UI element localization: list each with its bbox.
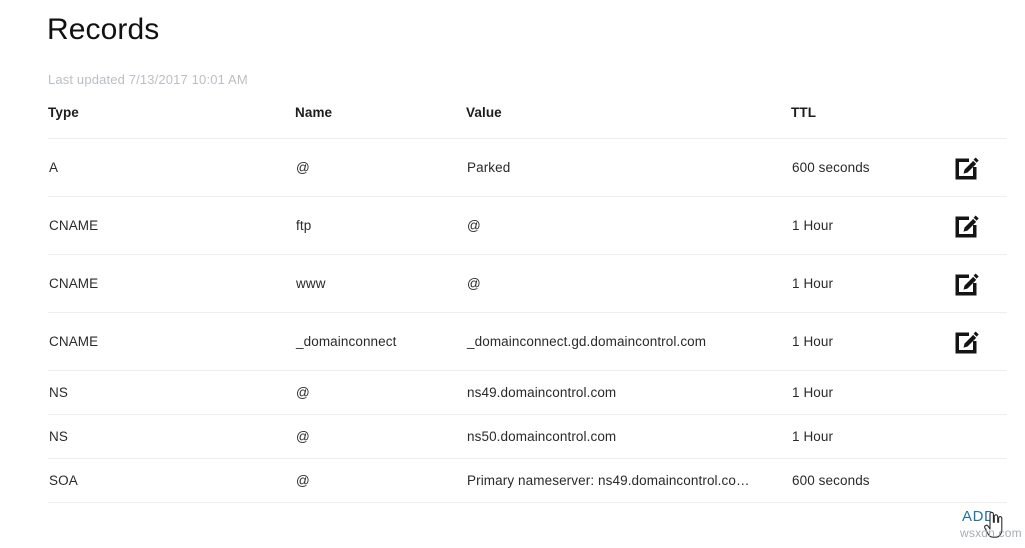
edit-record-icon[interactable] bbox=[953, 271, 979, 297]
cell-name: @ bbox=[295, 138, 466, 197]
table-row: NS @ ns49.domaincontrol.com 1 Hour bbox=[48, 370, 1007, 415]
column-header-name: Name bbox=[295, 105, 466, 139]
cell-name: @ bbox=[295, 370, 466, 415]
records-page: Records Last updated 7/13/2017 10:01 AM … bbox=[0, 0, 1025, 548]
cell-type: NS bbox=[48, 370, 295, 415]
table-row: SOA @ Primary nameserver: ns49.domaincontr… bbox=[48, 458, 1007, 503]
cell-actions bbox=[943, 254, 1007, 313]
table-body: A @ Parked 600 seconds CNAME ftp @1 Hour CNAME w… bbox=[48, 138, 1007, 503]
cell-value: ns49.domaincontrol.com bbox=[466, 370, 791, 415]
cell-name: @ bbox=[295, 458, 466, 503]
edit-record-icon[interactable] bbox=[953, 329, 979, 355]
table-header: Type Name Value TTL bbox=[48, 105, 1007, 139]
table-row: CNAME _domainconnect _domainconnect.gd.dom… bbox=[48, 312, 1007, 371]
cell-ttl: 1 Hour bbox=[791, 312, 943, 371]
cell-name: ftp bbox=[295, 196, 466, 255]
cell-value: ns50.domaincontrol.com bbox=[466, 414, 791, 459]
cell-ttl: 1 Hour bbox=[791, 370, 943, 415]
cell-ttl: 1 Hour bbox=[791, 414, 943, 459]
table-row: NS @ ns50.domaincontrol.com 1 Hour bbox=[48, 414, 1007, 459]
cell-actions bbox=[943, 312, 1007, 371]
cell-type: SOA bbox=[48, 458, 295, 503]
column-header-actions bbox=[943, 105, 1007, 139]
cell-actions bbox=[943, 138, 1007, 197]
cell-ttl: 600 seconds bbox=[791, 458, 943, 503]
table-row: CNAME ftp @1 Hour bbox=[48, 196, 1007, 255]
cell-actions bbox=[943, 370, 1007, 415]
column-header-type: Type bbox=[48, 105, 295, 139]
cell-ttl: 1 Hour bbox=[791, 196, 943, 255]
table-header-row: Type Name Value TTL bbox=[48, 105, 1007, 139]
cell-type: A bbox=[48, 138, 295, 197]
cell-type: NS bbox=[48, 414, 295, 459]
cell-type: CNAME bbox=[48, 196, 295, 255]
cell-value: @ bbox=[466, 196, 791, 255]
cell-value: Primary nameserver: ns49.domaincontrol.c… bbox=[466, 458, 791, 503]
cell-ttl: 600 seconds bbox=[791, 138, 943, 197]
cell-actions bbox=[943, 414, 1007, 459]
edit-record-icon[interactable] bbox=[953, 213, 979, 239]
cell-type: CNAME bbox=[48, 312, 295, 371]
column-header-value: Value bbox=[466, 105, 791, 139]
cell-ttl: 1 Hour bbox=[791, 254, 943, 313]
page-title: Records bbox=[47, 13, 160, 46]
cell-value: _domainconnect.gd.domaincontrol.com bbox=[466, 312, 791, 371]
edit-record-icon[interactable] bbox=[953, 155, 979, 181]
cell-name: @ bbox=[295, 414, 466, 459]
table-row: CNAME www @1 Hour bbox=[48, 254, 1007, 313]
column-header-ttl: TTL bbox=[791, 105, 943, 139]
table-row: A @ Parked 600 seconds bbox=[48, 138, 1007, 197]
last-updated-text: Last updated 7/13/2017 10:01 AM bbox=[48, 72, 248, 87]
cell-name: _domainconnect bbox=[295, 312, 466, 371]
add-record-button[interactable]: ADD bbox=[962, 508, 995, 525]
watermark-text: wsxdn.com bbox=[960, 526, 1022, 540]
cell-value: Parked bbox=[466, 138, 791, 197]
cell-actions bbox=[943, 458, 1007, 503]
cell-name: www bbox=[295, 254, 466, 313]
dns-records-table: Type Name Value TTL A @ Parked 600 seconds C… bbox=[48, 105, 1007, 503]
cell-type: CNAME bbox=[48, 254, 295, 313]
cell-value: @ bbox=[466, 254, 791, 313]
cell-actions bbox=[943, 196, 1007, 255]
